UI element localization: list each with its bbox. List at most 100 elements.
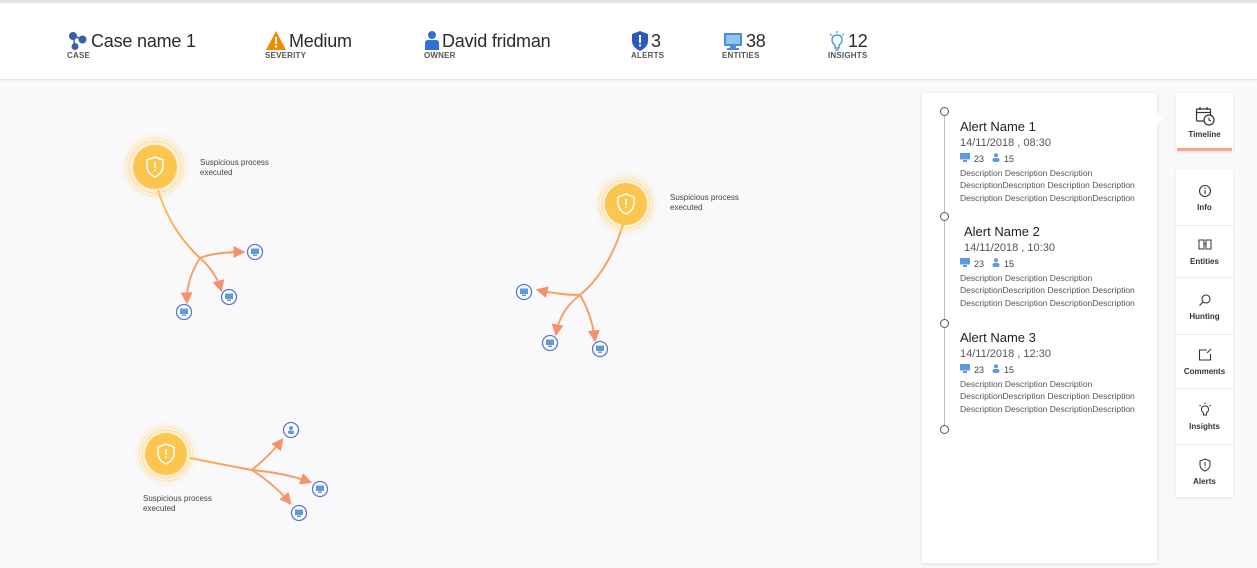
entity-node-computer[interactable] bbox=[220, 288, 238, 306]
computer-count: 23 bbox=[974, 258, 985, 269]
alert-name[interactable]: Alert Name 1 bbox=[960, 119, 1150, 134]
search-icon bbox=[1197, 292, 1213, 308]
case-graph[interactable] bbox=[0, 80, 915, 568]
entity-node-user[interactable] bbox=[282, 421, 300, 439]
tab-alerts-label: Alerts bbox=[1193, 476, 1216, 486]
user-icon bbox=[992, 153, 1000, 164]
case-label: CASE bbox=[67, 51, 91, 60]
case-stat[interactable]: Case name 1 CASE bbox=[67, 27, 196, 67]
timeline-alert-1[interactable]: Alert Name 1 14/11/2018 , 08:30 23 15 De… bbox=[960, 119, 1150, 204]
side-card-tabs: Info Entities Hunting Comments Insights … bbox=[1176, 169, 1233, 497]
alert-node-2[interactable] bbox=[592, 170, 660, 238]
panel-pointer bbox=[1155, 110, 1163, 126]
computer-icon bbox=[960, 258, 970, 269]
alert-counts: 23 15 bbox=[960, 364, 1150, 375]
alert-name[interactable]: Alert Name 2 bbox=[960, 224, 1150, 239]
tab-timeline[interactable]: Timeline bbox=[1176, 93, 1233, 151]
entity-node-computer[interactable] bbox=[541, 334, 559, 352]
label-line: Suspicious process bbox=[670, 193, 739, 202]
desc-line: DescriptionDescription Description Descr… bbox=[960, 391, 1135, 402]
entities-stat[interactable]: 38 ENTITIES bbox=[722, 27, 766, 67]
comment-icon bbox=[1197, 347, 1213, 363]
user-icon bbox=[992, 364, 1000, 375]
computer-icon bbox=[960, 364, 970, 375]
user-count: 15 bbox=[1004, 258, 1015, 269]
entity-node-computer[interactable] bbox=[311, 480, 329, 498]
timeline-dot bbox=[940, 425, 949, 434]
alert-node-1[interactable] bbox=[119, 131, 191, 203]
tab-alerts[interactable]: Alerts bbox=[1176, 445, 1233, 497]
cluster-1-edges bbox=[157, 189, 246, 305]
info-icon bbox=[1197, 183, 1213, 199]
entity-node-computer[interactable] bbox=[175, 303, 193, 321]
alert-node-3-label: Suspicious process executed bbox=[143, 494, 223, 514]
tab-entities[interactable]: Entities bbox=[1176, 226, 1233, 278]
tab-insights[interactable]: Insights bbox=[1176, 389, 1233, 445]
tab-entities-label: Entities bbox=[1190, 257, 1219, 266]
alerts-count: 3 bbox=[651, 30, 661, 51]
alert-counts: 23 15 bbox=[960, 258, 1150, 269]
user-count: 15 bbox=[1004, 364, 1015, 375]
side-card-timeline: Timeline bbox=[1176, 93, 1233, 151]
tab-comments[interactable]: Comments bbox=[1176, 335, 1233, 389]
desc-line: Description Description Description bbox=[960, 168, 1093, 178]
computer-count: 23 bbox=[974, 153, 985, 164]
owner-label: OWNER bbox=[424, 51, 456, 60]
desc-line: Description Description Description bbox=[960, 379, 1093, 389]
computer-count: 23 bbox=[974, 364, 985, 375]
label-line: executed bbox=[200, 168, 233, 177]
entity-node-computer[interactable] bbox=[290, 504, 308, 522]
alert-name[interactable]: Alert Name 3 bbox=[960, 330, 1150, 345]
alert-time: 14/11/2018 , 10:30 bbox=[964, 242, 1055, 254]
user-count: 15 bbox=[1004, 153, 1015, 164]
tab-hunting-label: Hunting bbox=[1189, 311, 1220, 321]
tab-info[interactable]: Info bbox=[1176, 169, 1233, 226]
desc-line: Description Description DescriptionDescr… bbox=[960, 297, 1135, 308]
entity-node-computer[interactable] bbox=[246, 243, 264, 261]
owner-value: David fridman bbox=[442, 30, 551, 51]
insights-stat[interactable]: 12 INSIGHTS bbox=[828, 27, 868, 67]
tab-insights-label: Insights bbox=[1189, 422, 1220, 431]
alerts-stat[interactable]: 3 ALERTS bbox=[631, 27, 664, 67]
severity-stat[interactable]: Medium SEVERITY bbox=[265, 27, 352, 67]
entities-icon bbox=[1197, 237, 1213, 253]
insights-label: INSIGHTS bbox=[828, 51, 868, 60]
tab-info-label: Info bbox=[1197, 202, 1212, 212]
tab-timeline-label: Timeline bbox=[1188, 129, 1221, 139]
entity-node-computer[interactable] bbox=[515, 283, 533, 301]
owner-stat[interactable]: David fridman OWNER bbox=[424, 27, 551, 67]
desc-line: DescriptionDescription Description Descr… bbox=[960, 285, 1135, 296]
alert-description: Description Description Description Desc… bbox=[960, 272, 1150, 309]
tab-hunting[interactable]: Hunting bbox=[1176, 278, 1233, 335]
alerts-label: ALERTS bbox=[631, 51, 665, 60]
label-line: Suspicious process bbox=[143, 494, 212, 503]
lightbulb-icon bbox=[1197, 402, 1213, 418]
cluster-2-edges bbox=[535, 220, 625, 343]
alert-node-1-label: Suspicious process executed bbox=[200, 158, 280, 178]
user-icon bbox=[992, 258, 1000, 269]
case-name: Case name 1 bbox=[91, 30, 196, 51]
case-graph-icon bbox=[67, 30, 89, 52]
timeline-alert-3[interactable]: Alert Name 3 14/11/2018 , 12:30 23 15 De… bbox=[960, 330, 1150, 415]
alert-description: Description Description Description Desc… bbox=[960, 378, 1150, 415]
desc-line: DescriptionDescription Description Descr… bbox=[960, 180, 1135, 191]
alert-description: Description Description Description Desc… bbox=[960, 167, 1150, 204]
computer-icon bbox=[960, 153, 970, 164]
timeline-panel: Alert Name 1 14/11/2018 , 08:30 23 15 De… bbox=[922, 93, 1157, 563]
desc-line: Description Description DescriptionDescr… bbox=[960, 192, 1135, 203]
entity-node-computer[interactable] bbox=[591, 340, 609, 358]
entities-count: 38 bbox=[746, 30, 766, 51]
shield-alert-icon bbox=[631, 30, 649, 52]
warning-icon bbox=[265, 30, 287, 52]
desc-line: Description Description Description bbox=[960, 273, 1093, 283]
timeline-dot bbox=[940, 107, 949, 116]
case-graph-canvas[interactable]: Suspicious process executed Suspicious p… bbox=[0, 80, 915, 568]
tab-comments-label: Comments bbox=[1183, 367, 1226, 376]
insights-count: 12 bbox=[848, 30, 868, 51]
alert-node-3[interactable] bbox=[132, 420, 200, 488]
label-line: executed bbox=[143, 504, 176, 513]
case-header: Case name 1 CASE Medium SEVERITY David f… bbox=[0, 3, 1257, 80]
timeline-alert-2[interactable]: Alert Name 2 14/11/2018 , 10:30 23 15 De… bbox=[960, 224, 1150, 309]
timeline-dot bbox=[940, 212, 949, 221]
severity-label: SEVERITY bbox=[265, 51, 307, 60]
